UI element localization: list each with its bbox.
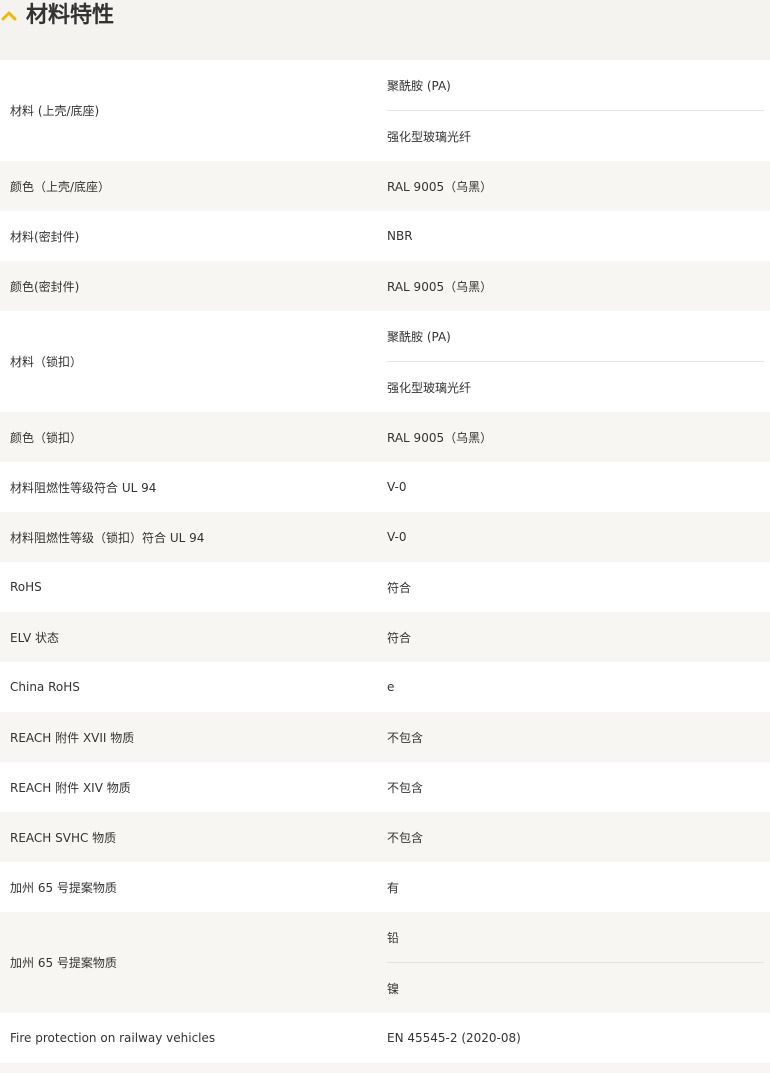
property-label: 颜色（锁扣）: [10, 430, 83, 445]
property-value: 镍: [387, 962, 764, 1013]
table-row: 材料（锁扣） 聚酰胺 (PA) 强化型玻璃光纤: [0, 311, 770, 412]
table-row: REACH 附件 XVII 物质 不包含: [0, 712, 770, 762]
property-label: 材料(密封件): [10, 229, 80, 244]
property-value: 不包含: [387, 730, 424, 745]
property-label: REACH 附件 XIV 物质: [10, 780, 131, 795]
table-row: REACH SVHC 物质 不包含: [0, 812, 770, 862]
property-values: V-0: [387, 512, 770, 562]
property-values: RAL 9005（乌黑）: [387, 412, 770, 462]
property-label: Fire protection on railway vehicles: [10, 1031, 216, 1045]
property-values: 符合: [387, 612, 770, 662]
property-label: 颜色(密封件): [10, 279, 80, 294]
property-values: 铅镍: [387, 912, 770, 1013]
property-values: RAL 9005（乌黑）: [387, 161, 770, 211]
property-value: V-0: [387, 530, 407, 544]
property-values: 聚酰胺 (PA) 强化型玻璃光纤: [387, 311, 770, 412]
table-row: 材料 (上壳/底座) 聚酰胺 (PA) 强化型玻璃光纤: [0, 60, 770, 161]
table-row: RoHS 符合: [0, 562, 770, 612]
property-values: 不包含: [387, 762, 770, 812]
table-row: 颜色（上壳/底座） RAL 9005（乌黑）: [0, 161, 770, 211]
property-value: EN 45545-2 (2020-08): [387, 1031, 521, 1045]
table-row: Fire protection on railway vehicles EN 45…: [0, 1013, 770, 1063]
property-label: REACH SVHC 物质: [10, 830, 117, 845]
property-value: 强化型玻璃光纤: [387, 110, 764, 161]
property-value: RAL 9005（乌黑）: [387, 179, 493, 194]
table-row: 材料阻燃性等级（锁扣）符合 UL 94 V-0: [0, 512, 770, 562]
table-row: 材料阻燃性等级符合 UL 94 V-0: [0, 462, 770, 512]
property-value: RAL 9005（乌黑）: [387, 279, 493, 294]
table-row: ELV 状态 符合: [0, 612, 770, 662]
table-row: 加州 65 号提案物质铅镍: [0, 912, 770, 1013]
chevron-up-icon[interactable]: [1, 8, 17, 24]
property-value: 聚酰胺 (PA): [387, 78, 451, 93]
property-label: 材料阻燃性等级符合 UL 94: [10, 480, 157, 495]
table-row: China RoHS e: [0, 662, 770, 712]
properties-table: 材料 (上壳/底座) 聚酰胺 (PA) 强化型玻璃光纤 颜色（上壳/底座） RAL 90…: [0, 60, 770, 1063]
property-label: RoHS: [10, 580, 42, 594]
property-value: 有: [387, 880, 400, 895]
property-label: REACH 附件 XVII 物质: [10, 730, 135, 745]
table-row: REACH 附件 XIV 物质 不包含: [0, 762, 770, 812]
property-values: RAL 9005（乌黑）: [387, 261, 770, 311]
property-value: 聚酰胺 (PA): [387, 329, 451, 344]
property-label: 颜色（上壳/底座）: [10, 179, 111, 194]
section-title: 材料特性: [26, 3, 115, 28]
property-value: NBR: [387, 229, 413, 243]
property-label: 材料 (上壳/底座): [10, 104, 100, 118]
property-values: 有: [387, 862, 770, 912]
section-header[interactable]: 材料特性: [0, 0, 770, 60]
property-value: V-0: [387, 480, 407, 494]
table-row: 颜色(密封件) RAL 9005（乌黑）: [0, 261, 770, 311]
property-value: 符合: [387, 580, 412, 595]
property-label: China RoHS: [10, 680, 80, 694]
property-label: 加州 65 号提案物质: [10, 956, 117, 970]
table-row: 加州 65 号提案物质 有: [0, 862, 770, 912]
property-values: 不包含: [387, 812, 770, 862]
property-values: 聚酰胺 (PA) 强化型玻璃光纤: [387, 60, 770, 161]
property-value: 不包含: [387, 830, 424, 845]
table-row: 颜色（锁扣） RAL 9005（乌黑）: [0, 412, 770, 462]
property-values: 不包含: [387, 712, 770, 762]
property-value: 符合: [387, 630, 412, 645]
property-label: 材料（锁扣）: [10, 355, 83, 369]
property-value: 铅: [387, 930, 400, 945]
property-value: 不包含: [387, 780, 424, 795]
property-label: 材料阻燃性等级（锁扣）符合 UL 94: [10, 530, 205, 545]
property-label: 加州 65 号提案物质: [10, 880, 117, 895]
property-values: e: [387, 662, 770, 712]
property-values: V-0: [387, 462, 770, 512]
property-value: 强化型玻璃光纤: [387, 361, 764, 412]
property-value: e: [387, 680, 395, 694]
property-values: 符合: [387, 562, 770, 612]
property-values: NBR: [387, 211, 770, 261]
property-label: ELV 状态: [10, 630, 59, 645]
table-row: 材料(密封件) NBR: [0, 211, 770, 261]
property-value: RAL 9005（乌黑）: [387, 430, 493, 445]
property-values: EN 45545-2 (2020-08): [387, 1013, 770, 1063]
